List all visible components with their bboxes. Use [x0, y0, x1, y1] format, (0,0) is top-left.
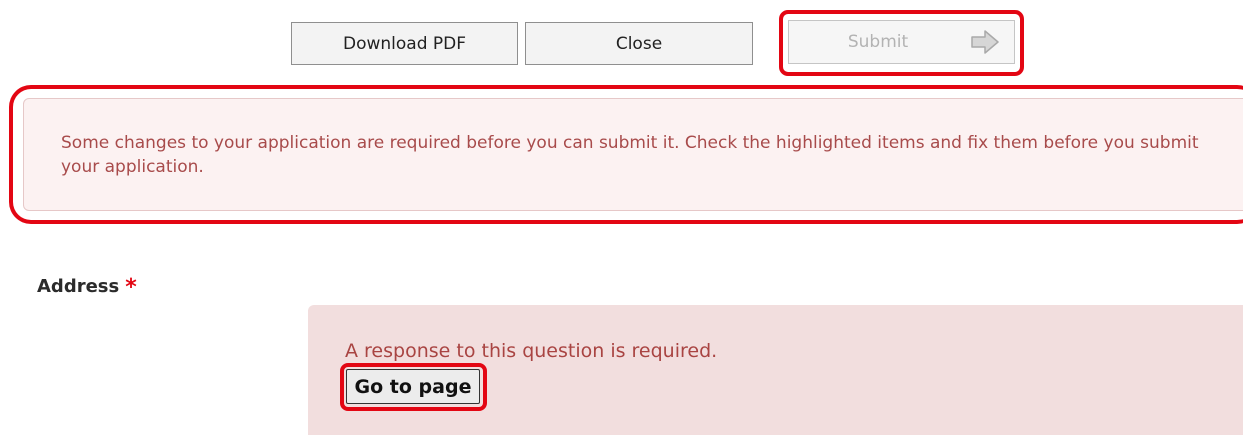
validation-alert: Some changes to your application are req… [23, 98, 1243, 211]
submit-button[interactable]: Submit [788, 20, 1015, 64]
address-label-text: Address [37, 276, 120, 297]
address-label: Address * [37, 275, 137, 300]
error-message: A response to this question is required. [345, 340, 718, 362]
arrow-right-icon [970, 30, 1000, 54]
go-to-page-button[interactable]: Go to page [346, 369, 480, 404]
required-marker: * [125, 275, 137, 300]
download-pdf-button[interactable]: Download PDF [291, 22, 518, 65]
submit-button-label: Submit [847, 32, 909, 52]
close-button[interactable]: Close [525, 22, 753, 65]
alert-message: Some changes to your application are req… [61, 133, 1199, 177]
